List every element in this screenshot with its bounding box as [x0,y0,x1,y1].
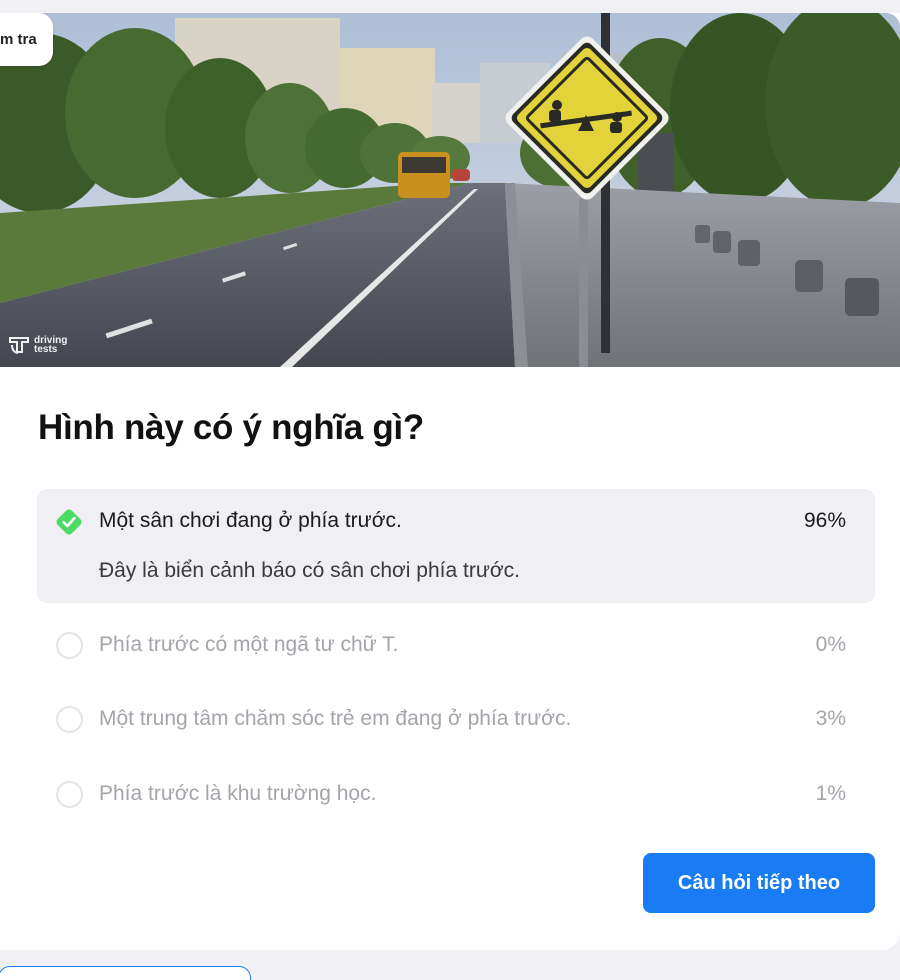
question-image [0,13,900,367]
secondary-button[interactable] [0,966,251,980]
driving-tests-logo-icon [9,337,29,354]
answer-option-2[interactable]: Phía trước có một ngã tư chữ T. 0% [37,616,875,676]
answer-text: Phía trước là khu trường học. [99,782,377,805]
answer-explanation: Đây là biển cảnh báo có sân chơi phía tr… [99,559,520,582]
answer-option-1[interactable]: Một sân chơi đang ở phía trước. 96% Đây … [37,489,875,603]
answer-percent: 0% [815,633,846,656]
radio-circle-icon [56,706,83,733]
answer-percent: 96% [803,509,846,532]
answer-option-4[interactable]: Phía trước là khu trường học. 1% [37,765,875,825]
answer-text: Một sân chơi đang ở phía trước. [99,509,402,532]
answer-percent: 3% [815,707,846,730]
driving-tests-logo: driving tests [8,335,67,355]
next-question-button[interactable]: Câu hỏi tiếp theo [643,853,875,913]
answer-text: Phía trước có một ngã tư chữ T. [99,633,399,656]
answer-percent: 1% [815,782,846,805]
answer-text: Một trung tâm chăm sóc trẻ em đang ở phí… [99,707,572,730]
correct-check-icon [56,509,82,535]
radio-circle-icon [56,781,83,808]
question-card: m tra driving tests Hình này có ý nghĩa … [0,13,900,950]
badge-label: m tra [0,31,37,48]
radio-circle-icon [56,632,83,659]
question-title: Hình này có ý nghĩa gì? [38,408,424,447]
answer-option-3[interactable]: Một trung tâm chăm sóc trẻ em đang ở phí… [37,690,875,750]
page-title-badge[interactable]: m tra [0,13,53,66]
watermark-line-2: tests [34,344,58,355]
